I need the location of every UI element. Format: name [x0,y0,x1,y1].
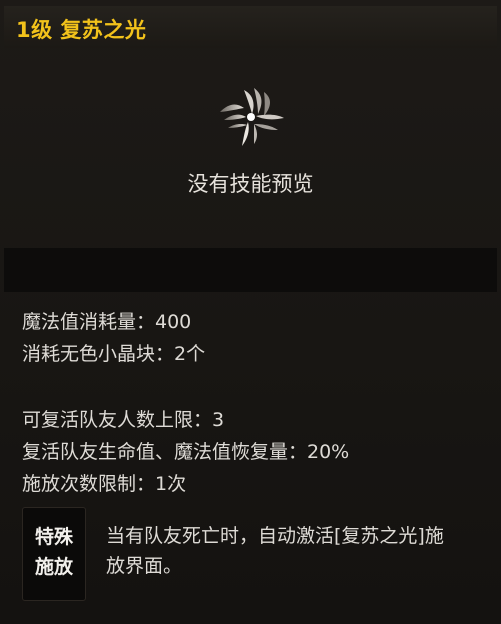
no-skill-preview-text: 没有技能预览 [187,172,314,196]
skill-preview-area: 没有技能预览 [4,48,497,248]
special-cast-description: 当有队友死亡时，自动激活[复苏之光]施放界面。 [106,525,444,577]
cast-limit-stat: 施放次数限制：1次 [22,473,187,495]
revive-recovery-stat: 复活队友生命值、魔法值恢复量：20% [22,441,350,463]
special-badge-line1: 特殊 [34,526,73,548]
revive-limit-stat: 可复活队友人数上限：3 [22,409,225,431]
feather-wing-icon [220,88,284,146]
mana-cost-stat: 魔法值消耗量：400 [22,311,192,333]
special-badge-line2: 施放 [34,556,73,578]
special-cast-section: 特殊 施放 当有队友死亡时，自动激活[复苏之光]施放界面。 [22,507,492,603]
special-cast-badge: 特殊 施放 [22,507,86,601]
skill-tooltip: 1级 复苏之光 没有技能预览 魔法值消耗量：400 消耗无色小晶块：2个 可复活… [0,0,501,624]
divider-strip [4,248,497,292]
skill-title: 1级 复苏之光 [16,18,147,42]
crystal-cost-stat: 消耗无色小晶块：2个 [22,343,206,365]
stat-spacer [22,370,492,404]
skill-title-bar: 1级 复苏之光 [4,6,497,48]
skill-stats: 魔法值消耗量：400 消耗无色小晶块：2个 可复活队友人数上限：3 复活队友生命… [22,306,492,500]
